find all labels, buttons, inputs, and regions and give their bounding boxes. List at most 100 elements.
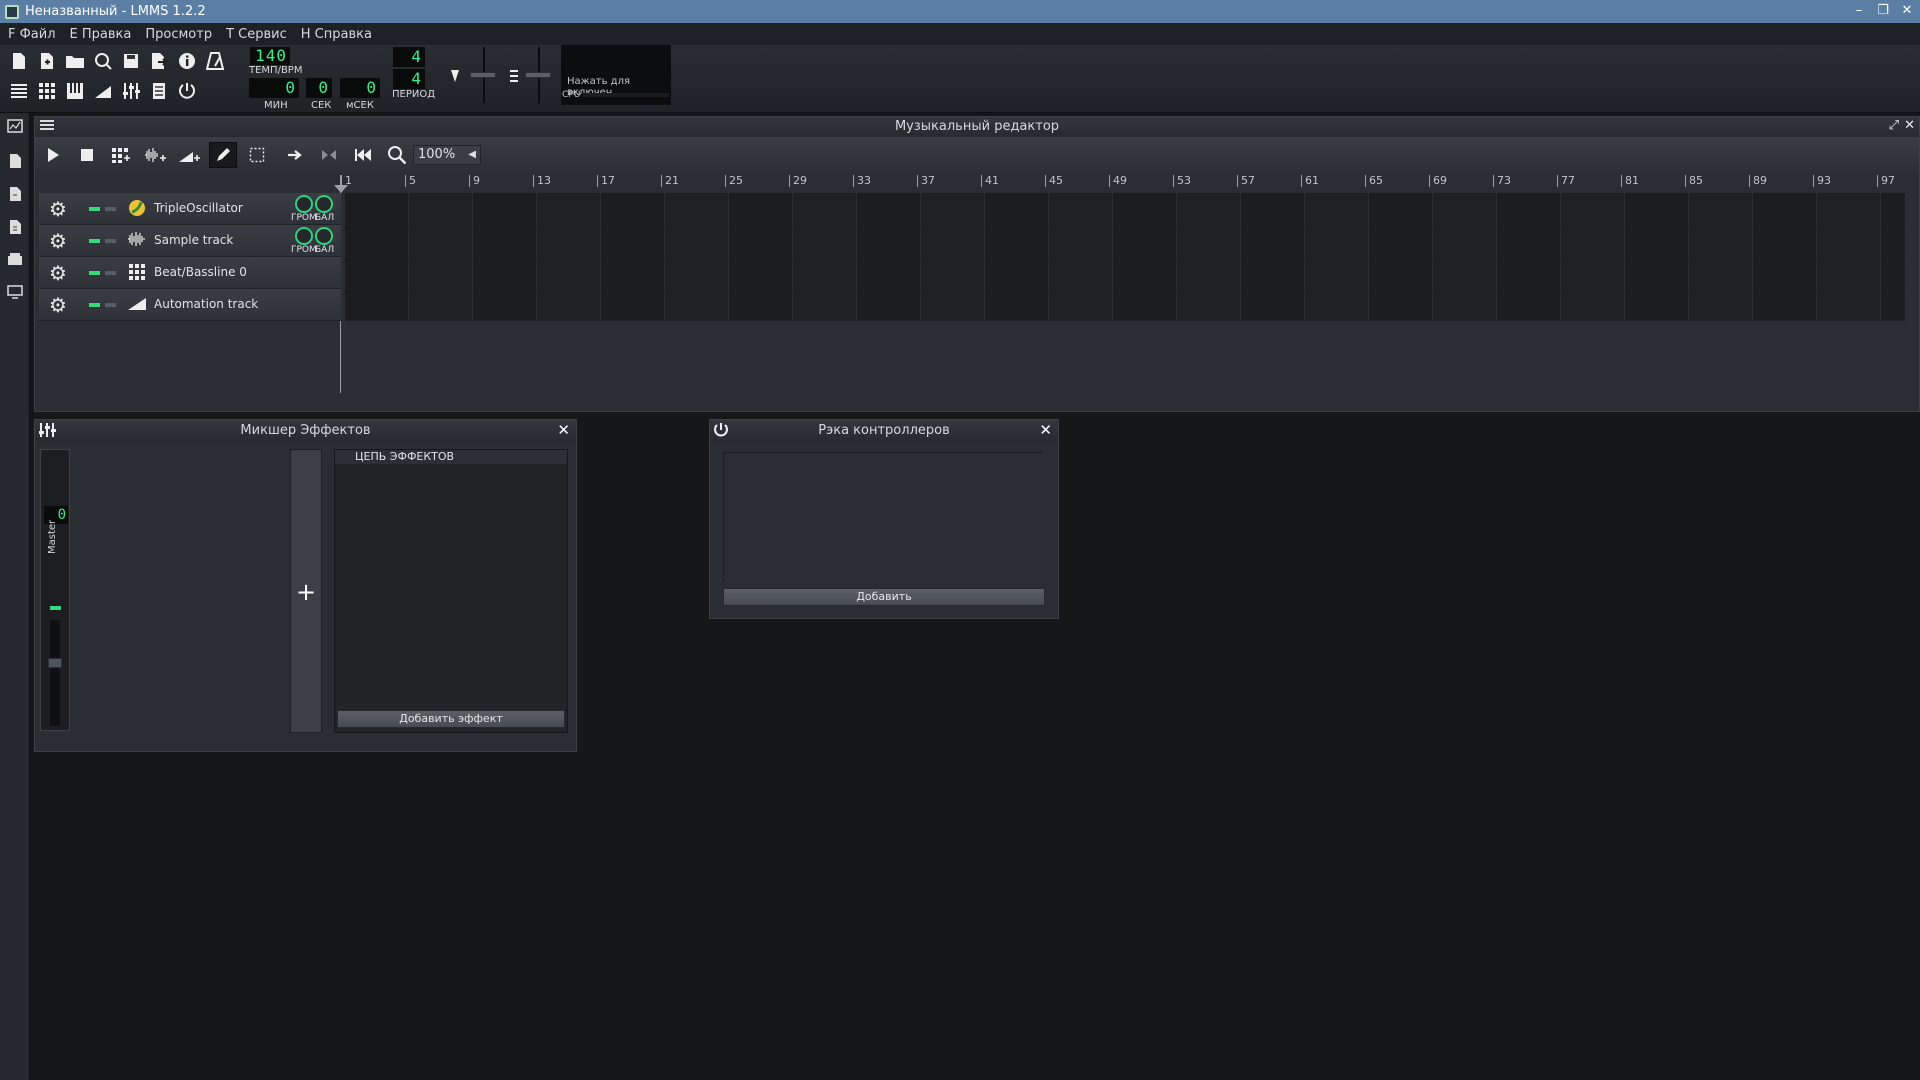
fx-mixer-close-icon[interactable]: ✕ [557, 421, 570, 439]
controller-rack-close-icon[interactable]: ✕ [1039, 421, 1052, 439]
loop-points-icon[interactable] [315, 142, 343, 168]
add-effect-button[interactable]: Добавить эффект [337, 710, 565, 728]
track-settings-gear-icon[interactable]: ⚙ [49, 293, 67, 317]
time-min-display[interactable]: 0 [249, 78, 299, 98]
whats-this-icon[interactable] [174, 48, 200, 74]
time-msec-display[interactable]: 0 [340, 78, 380, 98]
metronome-icon[interactable] [202, 48, 228, 74]
add-sample-track-icon[interactable] [141, 142, 169, 168]
track-name[interactable]: Sample track [154, 233, 233, 247]
controller-rack-window: Рэка контроллеров ✕ Добавить [709, 419, 1059, 619]
instrument-plugins-icon[interactable] [6, 119, 24, 137]
time-sig-denominator[interactable]: 4 [393, 69, 425, 89]
triple-oscillator-icon[interactable] [127, 199, 147, 219]
track-solo-led[interactable] [105, 271, 116, 275]
master-fader-handle[interactable] [48, 658, 62, 668]
track-settings-gear-icon[interactable]: ⚙ [49, 197, 67, 221]
track-name[interactable]: Automation track [154, 297, 258, 311]
menu-bar: F Файл E Правка Просмотр T Сервис H Спра… [0, 23, 1920, 45]
my-presets-icon[interactable] [6, 219, 24, 237]
menu-view[interactable]: Просмотр [145, 27, 212, 42]
oscilloscope-cpu-panel[interactable]: Нажать для включен CPU [561, 45, 671, 105]
add-mixer-channel-button[interactable]: + [290, 449, 322, 733]
piano-roll-toggle-icon[interactable] [62, 78, 88, 104]
time-sec-display[interactable]: 0 [306, 78, 332, 98]
volume-knob[interactable] [295, 195, 313, 213]
pan-knob[interactable] [315, 195, 333, 213]
stop-icon[interactable] [73, 142, 101, 168]
my-home-icon[interactable] [6, 252, 24, 270]
waveform-icon[interactable] [127, 231, 147, 251]
master-fader-track[interactable] [50, 620, 60, 726]
stop-behaviour-icon[interactable] [349, 142, 377, 168]
track-mute-led[interactable] [89, 207, 100, 211]
add-controller-button[interactable]: Добавить [723, 588, 1045, 606]
controller-rack-toggle-icon[interactable] [174, 78, 200, 104]
project-notes-toggle-icon[interactable] [146, 78, 172, 104]
song-editor-close-icon[interactable]: ✕ [1904, 118, 1915, 133]
tempo-display[interactable]: 140 [250, 47, 290, 65]
add-automation-track-icon[interactable] [175, 142, 203, 168]
master-channel-strip[interactable]: 0 Master [40, 449, 70, 731]
zoom-dropdown-arrow-icon[interactable]: ◀ [468, 146, 476, 164]
master-pitch-icon [507, 63, 521, 89]
open-project-icon[interactable] [62, 48, 88, 74]
track-mute-led[interactable] [89, 239, 100, 243]
pan-knob[interactable] [315, 227, 333, 245]
new-project-icon[interactable] [6, 48, 32, 74]
track-header[interactable]: ⚙ Beat/Bassline 0 [39, 257, 341, 289]
draw-mode-icon[interactable] [209, 142, 237, 168]
timeline-ruler[interactable]: 1 5 9 13 17 21 25 29 33 37 41 45 49 53 57 61 65 69 73 77 81 8… [341, 175, 1907, 191]
track-solo-led[interactable] [105, 207, 116, 211]
maximize-button[interactable]: ❐ [1872, 2, 1894, 20]
auto-scroll-icon[interactable] [281, 142, 309, 168]
menu-help[interactable]: H Справка [301, 27, 372, 42]
menu-file[interactable]: F Файл [8, 27, 56, 42]
add-beat-bassline-icon[interactable] [107, 142, 135, 168]
beat-grid-icon[interactable] [127, 263, 147, 283]
track-pattern-grid[interactable] [345, 225, 1905, 257]
master-pitch-handle[interactable] [525, 72, 551, 78]
track-pattern-grid[interactable] [345, 289, 1905, 321]
menu-edit[interactable]: E Правка [70, 27, 132, 42]
master-volume-handle[interactable] [470, 72, 496, 78]
select-mode-icon[interactable] [243, 142, 271, 168]
fx-mixer-window: Микшер Эффектов ✕ 0 Master + ЦЕПЬ ЭФФЕКТ… [34, 419, 577, 752]
automation-ramp-icon[interactable] [127, 295, 147, 315]
track-header[interactable]: ⚙ TripleOscillator ГРОМ БАЛ [39, 193, 341, 225]
my-samples-icon[interactable] [6, 186, 24, 204]
track-pattern-grid[interactable] [345, 257, 1905, 289]
track-name[interactable]: TripleOscillator [154, 201, 243, 215]
save-project-icon[interactable] [118, 48, 144, 74]
export-project-icon[interactable] [146, 48, 172, 74]
track-mute-led[interactable] [89, 271, 100, 275]
computer-icon[interactable] [6, 285, 24, 303]
zoom-combobox[interactable]: 100% ◀ [413, 145, 481, 165]
close-window-button[interactable]: ✕ [1896, 2, 1918, 20]
track-solo-led[interactable] [105, 239, 116, 243]
automation-editor-toggle-icon[interactable] [90, 78, 116, 104]
track-pattern-grid[interactable] [345, 193, 1905, 225]
my-projects-icon[interactable] [6, 153, 24, 171]
track-header[interactable]: ⚙ Automation track [39, 289, 341, 321]
track-solo-led[interactable] [105, 303, 116, 307]
track-settings-gear-icon[interactable]: ⚙ [49, 229, 67, 253]
track-mute-led[interactable] [89, 303, 100, 307]
song-editor-maximize-icon[interactable]: ⤢ [1889, 118, 1899, 133]
volume-knob-label: ГРОМ [291, 245, 317, 255]
playhead-marker[interactable] [334, 185, 348, 193]
volume-knob[interactable] [295, 227, 313, 245]
beat-bassline-toggle-icon[interactable] [34, 78, 60, 104]
fx-mixer-toggle-icon[interactable] [118, 78, 144, 104]
track-name[interactable]: Beat/Bassline 0 [154, 265, 247, 279]
minimize-button[interactable]: – [1848, 2, 1870, 20]
new-from-template-icon[interactable] [34, 48, 60, 74]
track-header[interactable]: ⚙ Sample track ГРОМ БАЛ [39, 225, 341, 257]
song-editor-toggle-icon[interactable] [6, 78, 32, 104]
master-mute-led[interactable] [50, 606, 61, 610]
play-icon[interactable] [39, 142, 67, 168]
recent-projects-icon[interactable] [90, 48, 116, 74]
time-sig-numerator[interactable]: 4 [393, 47, 425, 67]
track-settings-gear-icon[interactable]: ⚙ [49, 261, 67, 285]
menu-tools[interactable]: T Сервис [226, 27, 287, 42]
